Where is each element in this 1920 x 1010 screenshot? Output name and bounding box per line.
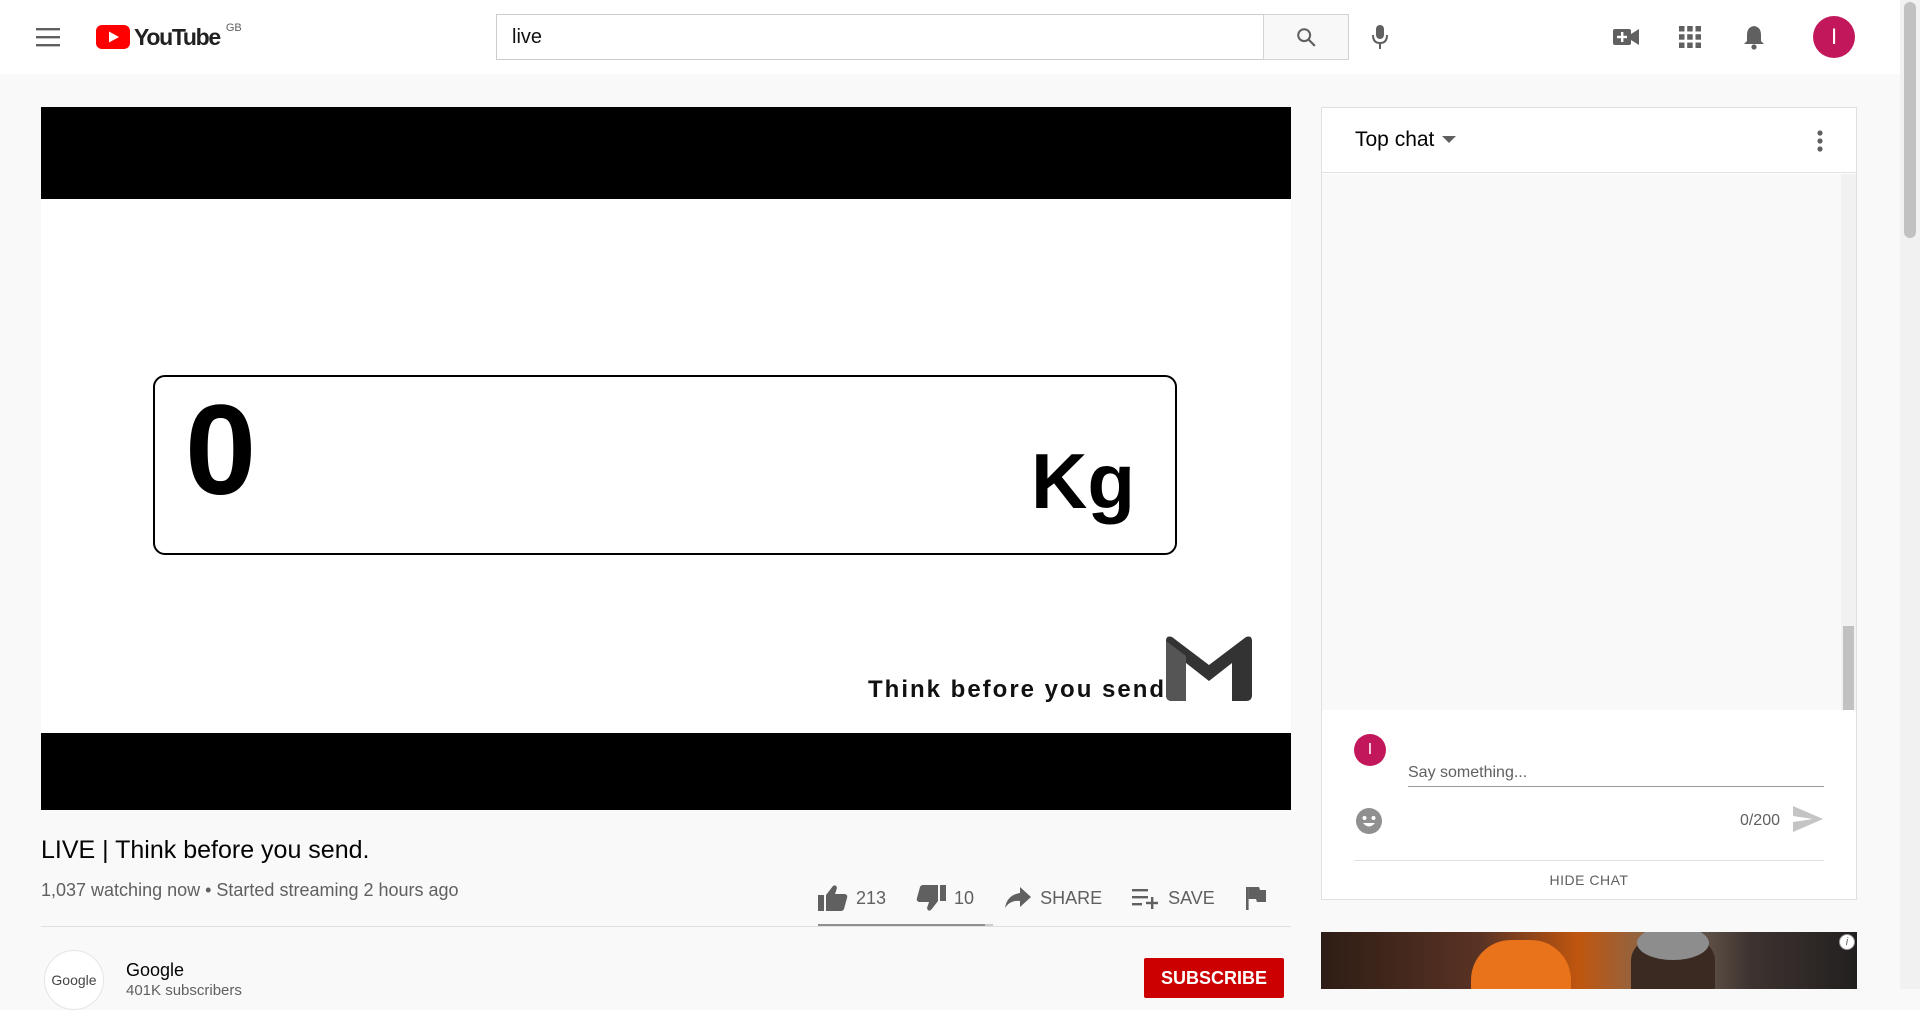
- emoji-icon: [1356, 808, 1382, 834]
- notifications-button[interactable]: [1739, 22, 1769, 52]
- apps-grid-icon: [1679, 26, 1701, 48]
- youtube-logo-icon: [96, 25, 130, 49]
- hide-chat-button[interactable]: HIDE CHAT: [1322, 872, 1856, 888]
- chat-scrollbar-thumb[interactable]: [1843, 626, 1854, 710]
- video-camera-add-icon: [1613, 29, 1639, 45]
- video-title: LIVE | Think before you send.: [41, 836, 370, 864]
- mic-icon: [1372, 25, 1388, 49]
- like-count: 213: [856, 887, 887, 908]
- video-actions: 213 10 SHARE SAVE: [818, 878, 1297, 918]
- video-frame: 0 Kg Think before you send.: [41, 199, 1291, 733]
- ad-image-shape: [1471, 940, 1571, 989]
- chat-header: Top chat: [1322, 108, 1856, 173]
- subscribe-button[interactable]: SUBSCRIBE: [1144, 958, 1284, 998]
- country-code: GB: [225, 22, 242, 34]
- channel-subscriber-count: 401K subscribers: [126, 982, 242, 999]
- search-button[interactable]: [1263, 14, 1349, 60]
- flag-icon: [1245, 887, 1266, 910]
- ad-info-icon[interactable]: i: [1839, 934, 1855, 950]
- save-button[interactable]: SAVE: [1132, 887, 1215, 909]
- page-scrollbar[interactable]: [1900, 0, 1920, 989]
- scale-value: 0: [185, 379, 257, 522]
- youtube-logo[interactable]: YouTube GB: [96, 22, 242, 50]
- apps-button[interactable]: [1675, 22, 1705, 52]
- dislike-count: 10: [954, 887, 975, 908]
- hide-chat-divider: [1354, 860, 1824, 861]
- account-avatar[interactable]: I: [1813, 16, 1855, 58]
- menu-icon[interactable]: [34, 24, 62, 50]
- report-button[interactable]: [1245, 886, 1267, 910]
- channel-name[interactable]: Google: [126, 960, 184, 981]
- scale-unit: Kg: [1031, 437, 1135, 525]
- chat-mode-selector[interactable]: Top chat: [1355, 128, 1457, 152]
- logo-text: YouTube: [134, 23, 221, 50]
- chat-messages: [1322, 174, 1856, 710]
- share-button[interactable]: SHARE: [1004, 886, 1102, 910]
- page-scrollbar-thumb[interactable]: [1904, 2, 1916, 238]
- masthead: YouTube GB live I: [0, 0, 1900, 74]
- share-icon: [1005, 887, 1032, 908]
- thumbs-down-icon: [916, 885, 947, 911]
- chat-user-avatar: I: [1354, 734, 1386, 766]
- channel-avatar[interactable]: Google: [44, 950, 104, 1010]
- like-button[interactable]: 213: [818, 884, 886, 912]
- chat-message-input[interactable]: [1408, 759, 1824, 787]
- scale-display: 0 Kg: [153, 375, 1177, 555]
- save-label: SAVE: [1168, 887, 1215, 908]
- info-divider: [41, 926, 1291, 927]
- create-video-button[interactable]: [1611, 22, 1641, 52]
- chat-scrollbar[interactable]: [1841, 174, 1856, 710]
- send-button[interactable]: [1792, 805, 1824, 833]
- more-vert-icon: [1817, 130, 1823, 152]
- dropdown-caret-icon: [1442, 136, 1457, 143]
- playlist-add-icon: [1132, 889, 1159, 909]
- bell-icon: [1744, 26, 1764, 50]
- video-view-info: 1,037 watching now • Started streaming 2…: [41, 880, 459, 900]
- chat-more-button[interactable]: [1808, 126, 1832, 156]
- chat-mode-label: Top chat: [1355, 128, 1435, 151]
- emoji-button[interactable]: [1355, 807, 1383, 835]
- video-player[interactable]: 0 Kg Think before you send.: [41, 107, 1291, 810]
- send-icon: [1793, 806, 1823, 832]
- search-icon: [1297, 28, 1316, 47]
- voice-search-button[interactable]: [1366, 20, 1394, 54]
- search-input[interactable]: live: [496, 14, 1264, 60]
- ad-banner[interactable]: [1321, 932, 1857, 989]
- live-chat-panel: Top chat I 0/200 HIDE CHAT: [1321, 107, 1857, 900]
- gmail-m-icon: [1166, 636, 1252, 701]
- chat-char-count: 0/200: [1739, 812, 1780, 829]
- dislike-button[interactable]: 10: [916, 884, 974, 912]
- video-tagline: Think before you send.: [868, 676, 1175, 703]
- thumbs-up-icon: [818, 885, 848, 911]
- share-label: SHARE: [1040, 887, 1103, 908]
